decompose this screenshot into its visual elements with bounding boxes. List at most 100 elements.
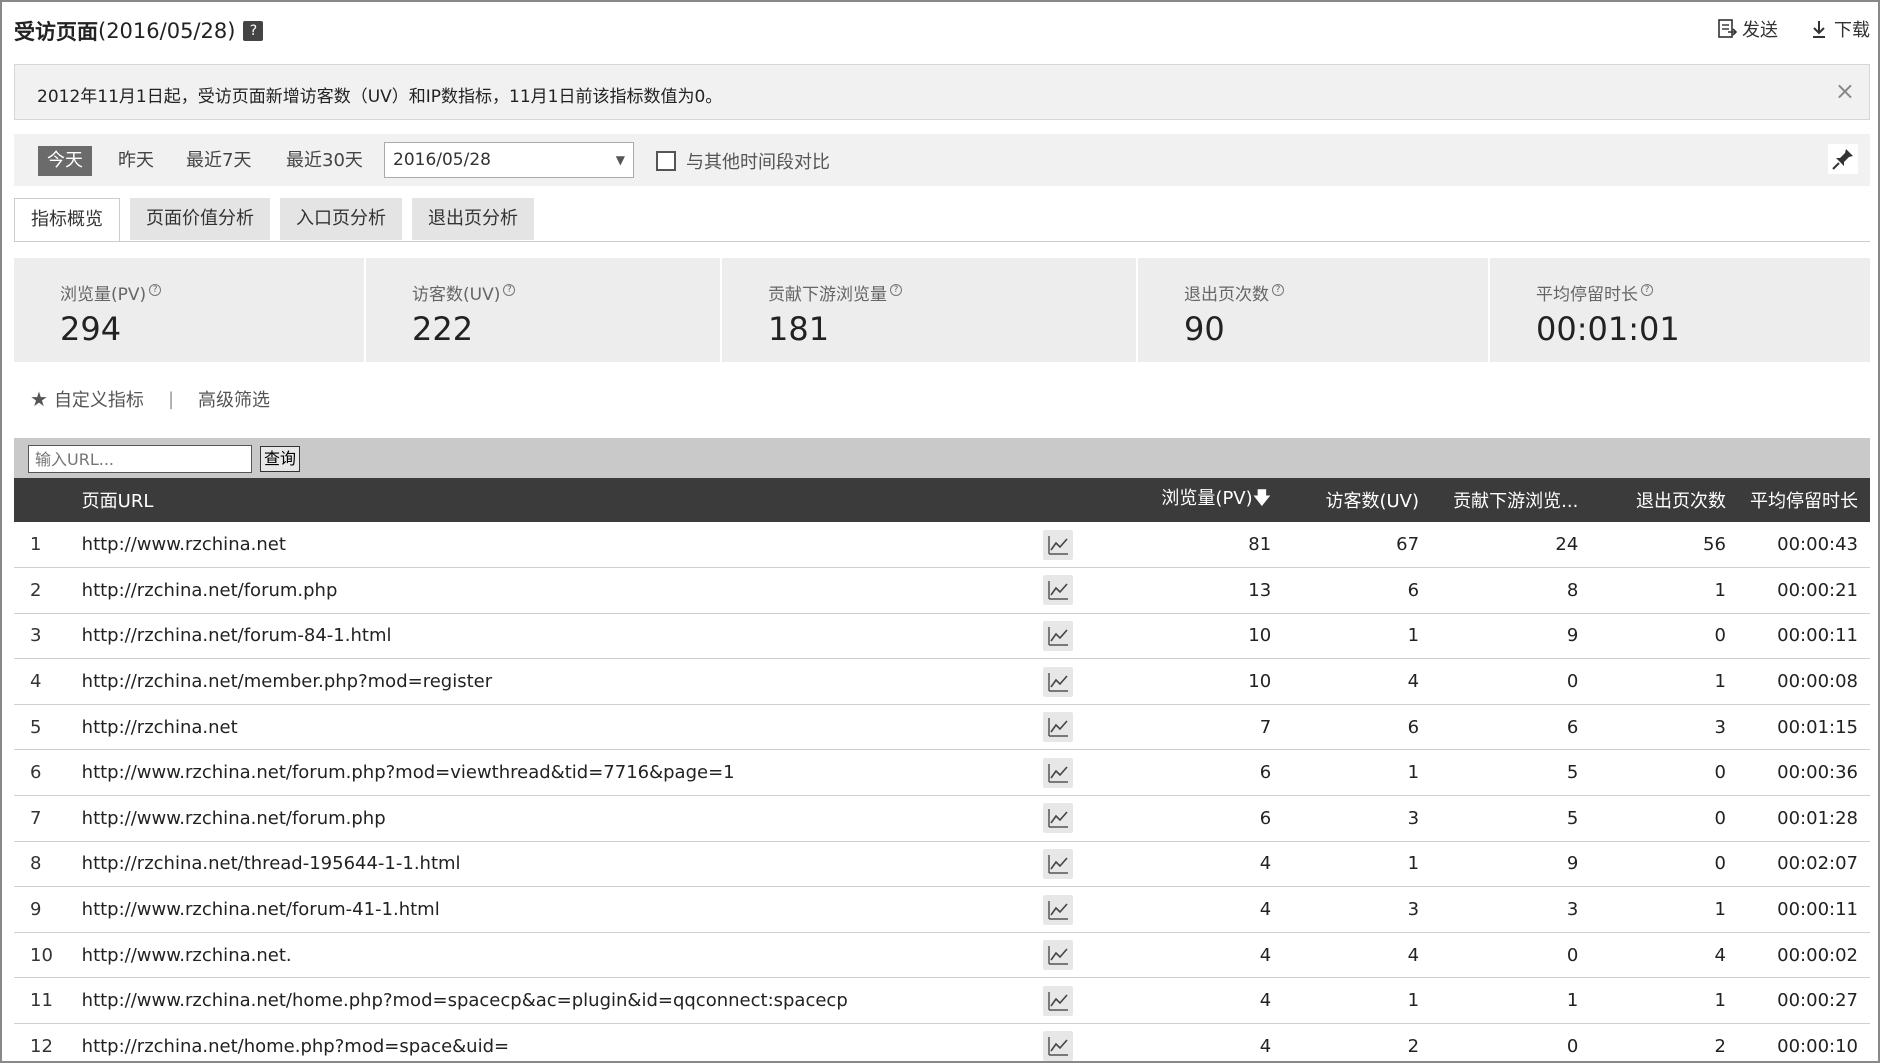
row-downstream: 6 bbox=[1566, 716, 1579, 738]
trend-chart-icon[interactable] bbox=[1042, 803, 1073, 834]
advanced-filter-link[interactable]: 高级筛选 bbox=[198, 386, 270, 412]
date-last30-button[interactable]: 最近30天 bbox=[286, 146, 363, 176]
row-url[interactable]: http://www.rzchina.net/forum.php?mod=vie… bbox=[70, 750, 1019, 796]
url-search-input[interactable] bbox=[28, 445, 252, 473]
date-yesterday-button[interactable]: 昨天 bbox=[118, 146, 154, 176]
url-search-bar: 查询 bbox=[14, 438, 1870, 478]
kpi-value-pv: 294 bbox=[60, 310, 122, 348]
pin-icon[interactable] bbox=[1828, 144, 1858, 174]
table-row: 9 http://www.rzchina.net/forum-41-1.html 4… bbox=[14, 887, 1870, 933]
row-uv: 67 bbox=[1396, 534, 1420, 556]
row-pv: 81 bbox=[1248, 534, 1272, 556]
row-pv: 10 bbox=[1248, 625, 1272, 647]
info-icon[interactable]: ? bbox=[1641, 284, 1653, 296]
row-index: 10 bbox=[30, 944, 53, 966]
row-index: 7 bbox=[30, 807, 42, 829]
trend-chart-icon[interactable] bbox=[1042, 848, 1073, 879]
kpi-value-avg-time: 00:01:01 bbox=[1536, 310, 1680, 348]
row-url[interactable]: http://www.rzchina.net/forum.php bbox=[70, 796, 1019, 842]
row-url[interactable]: http://www.rzchina.net/forum-41-1.html bbox=[70, 887, 1019, 933]
row-url[interactable]: http://rzchina.net/thread-195644-1-1.htm… bbox=[70, 841, 1019, 887]
kpi-card-downstream: 贡献下游浏览量? 181 bbox=[722, 258, 1138, 362]
row-avg-time: 00:01:28 bbox=[1777, 807, 1858, 829]
kpi-card-exits: 退出页次数? 90 bbox=[1138, 258, 1490, 362]
trend-cell bbox=[1019, 932, 1097, 978]
search-button[interactable]: 查询 bbox=[260, 446, 301, 472]
kpi-label-uv: 访客数(UV)? bbox=[412, 280, 516, 305]
row-pv: 10 bbox=[1248, 671, 1272, 693]
row-url[interactable]: http://www.rzchina.net. bbox=[70, 932, 1019, 978]
row-url[interactable]: http://rzchina.net/home.php?mod=space&ui… bbox=[70, 1024, 1019, 1063]
kpi-label-text: 平均停留时长 bbox=[1536, 285, 1638, 305]
info-icon[interactable]: ? bbox=[149, 284, 162, 296]
tab-entry-page[interactable]: 入口页分析 bbox=[280, 198, 402, 240]
row-avg-time: 00:00:11 bbox=[1777, 899, 1858, 921]
trend-cell bbox=[1019, 704, 1097, 750]
page-frame: 受访页面 (2016/05/28) ? 发送 下载 2012年11月1日起，受访… bbox=[0, 0, 1880, 1063]
trend-chart-icon[interactable] bbox=[1042, 575, 1073, 606]
table-row: 3 http://rzchina.net/forum-84-1.html 10 1 9 0… bbox=[14, 613, 1870, 659]
col-pv[interactable]: 浏览量(PV)🡇 bbox=[1097, 478, 1283, 522]
table-row: 5 http://rzchina.net 7 6 6 3 00:01:15 bbox=[14, 704, 1870, 750]
col-uv[interactable]: 访客数(UV) bbox=[1283, 478, 1431, 522]
row-url[interactable]: http://rzchina.net/forum-84-1.html bbox=[70, 613, 1019, 659]
trend-chart-icon[interactable] bbox=[1042, 757, 1073, 788]
row-downstream: 0 bbox=[1566, 671, 1579, 693]
col-downstream[interactable]: 贡献下游浏览... bbox=[1431, 478, 1590, 522]
row-uv: 3 bbox=[1407, 899, 1420, 921]
close-icon[interactable]: × bbox=[1835, 77, 1855, 105]
row-avg-time: 00:00:43 bbox=[1777, 534, 1858, 556]
table-row: 6 http://www.rzchina.net/forum.php?mod=vi… bbox=[14, 750, 1870, 796]
kpi-value-uv: 222 bbox=[412, 310, 474, 348]
trend-chart-icon[interactable] bbox=[1042, 529, 1073, 560]
trend-chart-icon[interactable] bbox=[1042, 894, 1073, 925]
tab-page-value[interactable]: 页面价值分析 bbox=[130, 198, 270, 240]
send-button[interactable]: 发送 bbox=[1716, 16, 1778, 42]
help-icon[interactable]: ? bbox=[243, 21, 264, 41]
download-button[interactable]: 下载 bbox=[1808, 16, 1870, 42]
date-last7-button[interactable]: 最近7天 bbox=[186, 146, 251, 176]
row-exits: 0 bbox=[1714, 807, 1726, 829]
info-icon[interactable]: ? bbox=[503, 284, 516, 296]
col-avg-time[interactable]: 平均停留时长 bbox=[1738, 478, 1870, 522]
row-url[interactable]: http://www.rzchina.net bbox=[70, 522, 1019, 568]
row-url[interactable]: http://rzchina.net bbox=[70, 704, 1019, 750]
custom-metrics-link[interactable]: 自定义指标 bbox=[54, 386, 144, 412]
row-avg-time: 00:00:08 bbox=[1777, 671, 1858, 693]
kpi-label-avg-time: 平均停留时长? bbox=[1536, 280, 1653, 305]
kpi-card-avg-time: 平均停留时长? 00:01:01 bbox=[1490, 258, 1870, 362]
row-index: 4 bbox=[30, 671, 42, 693]
table-row: 12 http://rzchina.net/home.php?mod=space&… bbox=[14, 1024, 1870, 1063]
pages-table: 页面URL 浏览量(PV)🡇 访客数(UV) 贡献下游浏览... 退出页次数 平… bbox=[14, 478, 1870, 1063]
col-exits[interactable]: 退出页次数 bbox=[1590, 478, 1738, 522]
row-pv: 6 bbox=[1259, 762, 1272, 784]
row-uv: 1 bbox=[1407, 762, 1420, 784]
trend-chart-icon[interactable] bbox=[1042, 712, 1073, 743]
trend-chart-icon[interactable] bbox=[1042, 666, 1073, 697]
row-exits: 0 bbox=[1714, 625, 1726, 647]
kpi-label-text: 访客数(UV) bbox=[412, 285, 501, 305]
row-exits: 1 bbox=[1714, 899, 1726, 921]
trend-chart-icon[interactable] bbox=[1042, 985, 1073, 1016]
compare-checkbox[interactable] bbox=[656, 151, 676, 171]
info-icon[interactable]: ? bbox=[890, 284, 902, 296]
row-exits: 0 bbox=[1714, 762, 1726, 784]
row-url[interactable]: http://rzchina.net/forum.php bbox=[70, 568, 1019, 614]
date-today-button[interactable]: 今天 bbox=[38, 146, 92, 176]
date-picker-select[interactable]: 2016/05/28 ▼ bbox=[384, 142, 634, 178]
trend-chart-icon[interactable] bbox=[1042, 620, 1073, 651]
row-url[interactable]: http://rzchina.net/member.php?mod=regist… bbox=[70, 659, 1019, 705]
tab-exit-page[interactable]: 退出页分析 bbox=[412, 198, 534, 240]
col-url[interactable]: 页面URL bbox=[70, 478, 1019, 522]
trend-chart-icon[interactable] bbox=[1042, 1031, 1073, 1062]
download-label: 下载 bbox=[1834, 20, 1870, 41]
row-downstream: 8 bbox=[1566, 579, 1579, 601]
info-icon[interactable]: ? bbox=[1272, 284, 1284, 296]
row-index: 8 bbox=[30, 853, 42, 875]
table-row: 8 http://rzchina.net/thread-195644-1-1.ht… bbox=[14, 841, 1870, 887]
trend-chart-icon[interactable] bbox=[1042, 940, 1073, 971]
tab-divider bbox=[14, 241, 1870, 242]
row-url[interactable]: http://www.rzchina.net/home.php?mod=spac… bbox=[70, 978, 1019, 1024]
row-uv: 3 bbox=[1407, 807, 1420, 829]
tab-overview[interactable]: 指标概览 bbox=[14, 198, 120, 242]
